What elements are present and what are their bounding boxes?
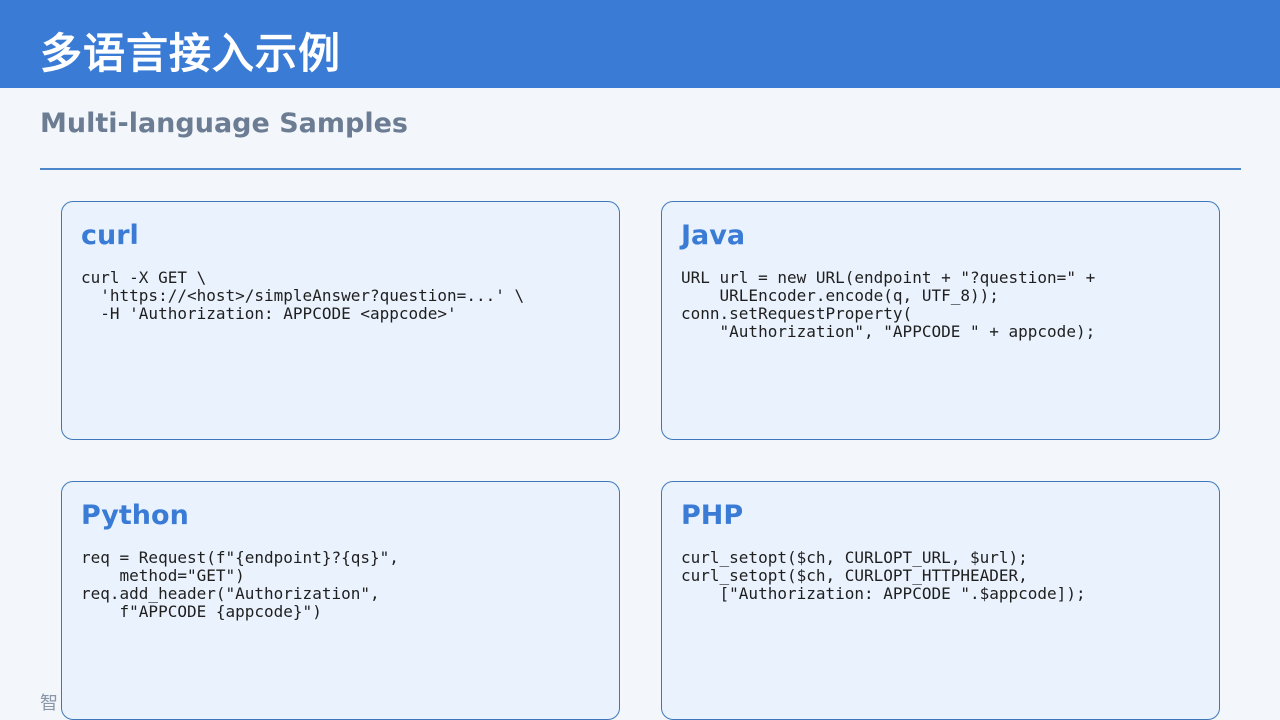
card-title-php: PHP (681, 500, 744, 531)
footer-text: 智 (40, 693, 58, 714)
card-title-java: Java (681, 220, 746, 251)
card-title-curl: curl (81, 220, 139, 251)
code-card-python: Python req = Request(f"{endpoint}?{qs}",… (61, 481, 620, 720)
code-card-curl: curl curl -X GET \ 'https://<host>/simpl… (61, 201, 620, 440)
page-subtitle: Multi-language Samples (40, 108, 408, 139)
code-block-java: URL url = new URL(endpoint + "?question=… (681, 268, 1096, 341)
section-divider (40, 168, 1241, 170)
header-bar: 多语言接入示例 (0, 0, 1280, 88)
card-title-python: Python (81, 500, 189, 531)
code-block-curl: curl -X GET \ 'https://<host>/simpleAnsw… (81, 268, 525, 323)
page-title: 多语言接入示例 (40, 29, 342, 78)
code-block-php: curl_setopt($ch, CURLOPT_URL, $url); cur… (681, 548, 1086, 603)
code-block-python: req = Request(f"{endpoint}?{qs}", method… (81, 548, 399, 621)
code-card-php: PHP curl_setopt($ch, CURLOPT_URL, $url);… (661, 481, 1220, 720)
code-card-java: Java URL url = new URL(endpoint + "?ques… (661, 201, 1220, 440)
